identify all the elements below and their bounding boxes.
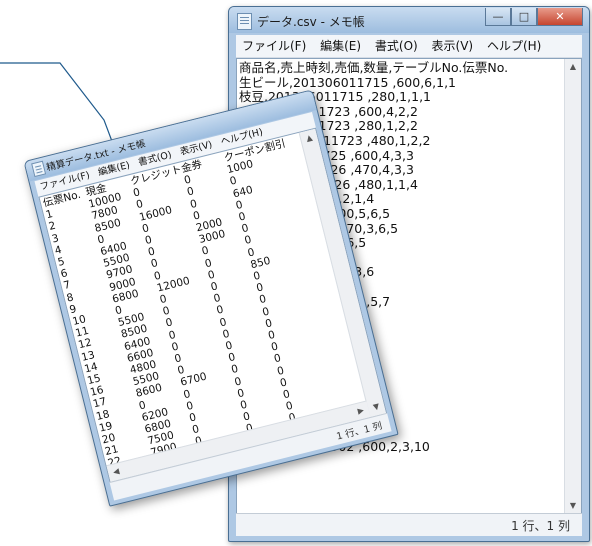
cursor-position: 1 行、1 列 — [511, 519, 570, 533]
menu-edit[interactable]: 編集(E) — [320, 35, 361, 57]
menu-file[interactable]: ファイル(F) — [242, 35, 306, 57]
notepad-icon — [237, 13, 252, 30]
text-line: 生ビール,201306011715 ,600,6,1,1 — [239, 74, 456, 90]
menu-view[interactable]: 表示(V) — [432, 35, 474, 57]
notepad-icon — [31, 160, 47, 178]
maximize-button[interactable]: □ — [511, 8, 537, 26]
menu-bar: ファイル(F) 編集(E) 書式(O) 表示(V) ヘルプ(H) — [236, 35, 582, 58]
scroll-down-icon[interactable]: ▼ — [565, 498, 581, 514]
close-button[interactable]: ✕ — [537, 8, 583, 26]
scroll-up-icon[interactable]: ▲ — [565, 59, 581, 75]
minimize-button[interactable]: — — [485, 8, 511, 26]
text-line: 商品名,売上時刻,売価,数量,テーブルNo.伝票No. — [239, 60, 509, 75]
menu-format[interactable]: 書式(O) — [375, 35, 418, 57]
status-bar: 1 行、1 列 — [236, 513, 582, 536]
menu-help[interactable]: ヘルプ(H) — [487, 35, 541, 57]
title-bar[interactable]: データ.csv - メモ帳 — □ ✕ — [229, 7, 589, 33]
scroll-up-icon[interactable]: ▲ — [300, 129, 319, 148]
window-title: データ.csv - メモ帳 — [257, 15, 365, 29]
vertical-scrollbar[interactable]: ▲ ▼ — [564, 59, 581, 514]
